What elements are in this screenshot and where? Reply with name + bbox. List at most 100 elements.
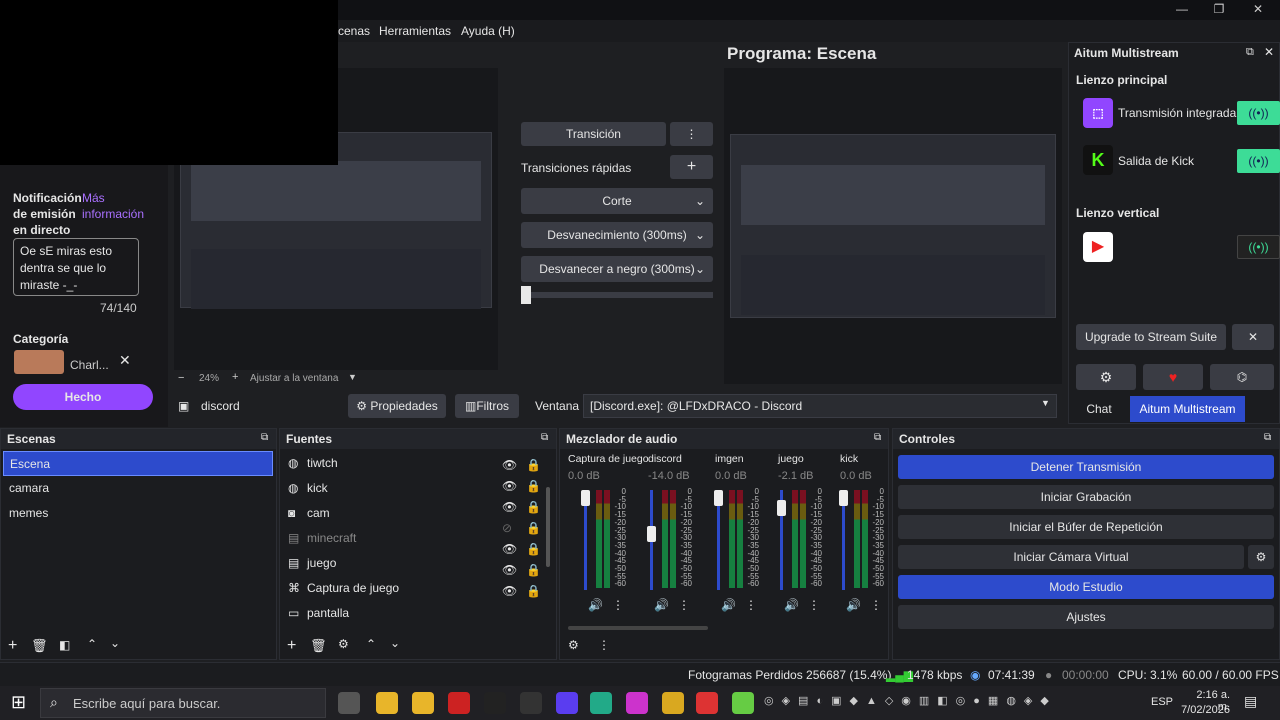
taskbar-app-icon[interactable] xyxy=(590,692,612,714)
arrow-up-icon[interactable]: ⌃ xyxy=(366,637,376,651)
tbar-slider[interactable] xyxy=(521,292,713,298)
taskbar-app-icon[interactable] xyxy=(412,692,434,714)
studio-mode-button[interactable]: Modo Estudio xyxy=(898,575,1274,599)
zoom-out-icon[interactable]: − xyxy=(178,372,184,384)
tab-aitum[interactable]: Aitum Multistream xyxy=(1130,396,1245,422)
clock-date[interactable]: 7/02/2026 xyxy=(1180,704,1230,716)
float-icon[interactable]: ⧉ xyxy=(1246,46,1254,59)
transition-fade[interactable]: Desvanecimiento (300ms) ⌄ xyxy=(521,222,713,248)
taskbar-app-icon[interactable] xyxy=(662,692,684,714)
transition-fade-black[interactable]: Desvanecer a negro (300ms) ⌄ xyxy=(521,256,713,282)
gear-icon[interactable]: ⚙ xyxy=(568,638,579,652)
speaker-icon[interactable]: 🔊 xyxy=(721,598,736,612)
minimize-icon[interactable]: — xyxy=(1172,2,1192,18)
volume-handle[interactable] xyxy=(777,500,786,516)
heart-icon[interactable]: ♥ xyxy=(1143,364,1203,390)
live-toggle[interactable]: ((•)) xyxy=(1237,101,1280,125)
transition-button[interactable]: Transición xyxy=(521,122,666,146)
taskbar-app-icon[interactable] xyxy=(696,692,718,714)
live-toggle[interactable]: ((•)) xyxy=(1237,235,1280,259)
virtual-camera-button[interactable]: Iniciar Cámara Virtual xyxy=(898,545,1244,569)
source-item[interactable]: tiwtch xyxy=(307,456,338,470)
gear-icon[interactable]: ⚙ xyxy=(338,637,349,651)
settings-button[interactable]: Ajustes xyxy=(898,605,1274,629)
add-icon[interactable]: + xyxy=(8,637,17,655)
transition-cut[interactable]: Corte ⌄ xyxy=(521,188,713,214)
live-toggle[interactable]: ((•)) xyxy=(1237,149,1280,173)
taskbar-app-icon[interactable] xyxy=(520,692,542,714)
speaker-icon[interactable]: 🔊 xyxy=(588,598,603,612)
close-icon[interactable]: ✕ xyxy=(1248,2,1268,18)
more-icon[interactable]: ⋮ xyxy=(745,598,757,612)
scrollbar[interactable] xyxy=(546,487,550,567)
source-item[interactable]: kick xyxy=(307,481,328,495)
fit-window[interactable]: Ajustar a la ventana xyxy=(250,373,338,384)
more-icon[interactable]: ⋮ xyxy=(598,638,610,652)
source-item[interactable]: minecraft xyxy=(307,531,356,545)
taskbar-app-icon[interactable] xyxy=(338,692,360,714)
scene-item[interactable]: Escena xyxy=(3,451,273,476)
discord-icon[interactable]: ⌬ xyxy=(1210,364,1274,390)
float-icon[interactable]: ⧉ xyxy=(261,432,268,443)
volume-handle[interactable] xyxy=(581,490,590,506)
more-icon[interactable]: ⋮ xyxy=(670,122,713,146)
upgrade-button[interactable]: Upgrade to Stream Suite xyxy=(1076,324,1226,350)
taskbar-app-icon[interactable] xyxy=(448,692,470,714)
more-info-link[interactable]: Más información xyxy=(82,190,162,222)
windows-start-icon[interactable]: ⊞ xyxy=(11,692,26,713)
lock-icons[interactable]: 🔒 🔒 🔒 🔒 🔒 🔒 🔒 xyxy=(526,455,541,602)
more-icon[interactable]: ⋮ xyxy=(808,598,820,612)
speaker-icon[interactable]: 🔊 xyxy=(846,598,861,612)
trash-icon[interactable]: 🗑 xyxy=(31,638,48,654)
menu-tools[interactable]: Herramientas xyxy=(379,24,451,38)
taskbar-app-icon[interactable] xyxy=(376,692,398,714)
arrow-up-icon[interactable]: ⌃ xyxy=(87,637,97,651)
maximize-icon[interactable]: ❐ xyxy=(1209,2,1229,18)
float-icon[interactable]: ⧉ xyxy=(541,432,548,443)
source-item[interactable]: Captura de juego xyxy=(307,581,399,595)
volume-handle[interactable] xyxy=(839,490,848,506)
float-icon[interactable]: ⧉ xyxy=(874,432,881,443)
done-button[interactable]: Hecho xyxy=(13,384,153,410)
replay-buffer-button[interactable]: Iniciar el Búfer de Repetición xyxy=(898,515,1274,539)
float-icon[interactable]: ⧉ xyxy=(1264,432,1271,443)
taskbar-app-icon[interactable] xyxy=(556,692,578,714)
more-icon[interactable]: ⋮ xyxy=(678,598,690,612)
record-button[interactable]: Iniciar Grabación xyxy=(898,485,1274,509)
close-icon[interactable]: ✕ xyxy=(119,352,131,369)
filters-button[interactable]: ▥Filtros xyxy=(455,394,519,418)
volume-handle[interactable] xyxy=(714,490,723,506)
notification-icon[interactable]: ▤ xyxy=(1244,693,1257,710)
add-icon[interactable]: + xyxy=(670,155,713,179)
source-item[interactable]: pantalla xyxy=(307,606,349,620)
visibility-icons[interactable]: 👁 👁 👁 ⊘ 👁 👁 👁 xyxy=(502,455,517,602)
chevron-down-icon[interactable]: ▼ xyxy=(348,372,357,382)
properties-button[interactable]: ⚙ Propiedades xyxy=(348,394,446,418)
scene-item[interactable]: memes xyxy=(3,501,273,526)
menu-scenes[interactable]: cenas xyxy=(338,24,370,38)
gear-icon[interactable]: ⚙ xyxy=(1076,364,1136,390)
more-icon[interactable]: ⋮ xyxy=(612,598,624,612)
gear-icon[interactable]: ⚙ xyxy=(1248,545,1274,569)
source-item[interactable]: cam xyxy=(307,506,330,520)
source-item[interactable]: juego xyxy=(307,556,336,570)
menu-help[interactable]: Ayuda (H) xyxy=(461,24,515,38)
stop-stream-button[interactable]: Detener Transmisión xyxy=(898,455,1274,479)
filter-icon[interactable]: ◧ xyxy=(59,638,70,652)
window-select[interactable]: [Discord.exe]: @LFDxDRACO - Discord xyxy=(583,394,1057,418)
arrow-down-icon[interactable]: ⌄ xyxy=(110,636,120,650)
taskbar-app-icon[interactable] xyxy=(732,692,754,714)
arrow-down-icon[interactable]: ⌄ xyxy=(390,636,400,650)
stream-text-input[interactable]: Oe sE miras esto dentra se que lo mirast… xyxy=(13,238,139,296)
volume-handle[interactable] xyxy=(647,526,656,542)
tab-chat[interactable]: Chat xyxy=(1070,396,1128,422)
trash-icon[interactable]: 🗑 xyxy=(310,638,327,654)
taskbar-app-icon[interactable] xyxy=(626,692,648,714)
mixer-scrollbar[interactable] xyxy=(568,626,708,630)
speaker-icon[interactable]: 🔊 xyxy=(784,598,799,612)
speaker-icon[interactable]: 🔊 xyxy=(654,598,669,612)
zoom-in-icon[interactable]: + xyxy=(232,371,238,383)
close-icon[interactable]: ✕ xyxy=(1264,45,1274,59)
taskbar-app-icon[interactable] xyxy=(484,692,506,714)
tbar-handle[interactable] xyxy=(521,286,531,304)
